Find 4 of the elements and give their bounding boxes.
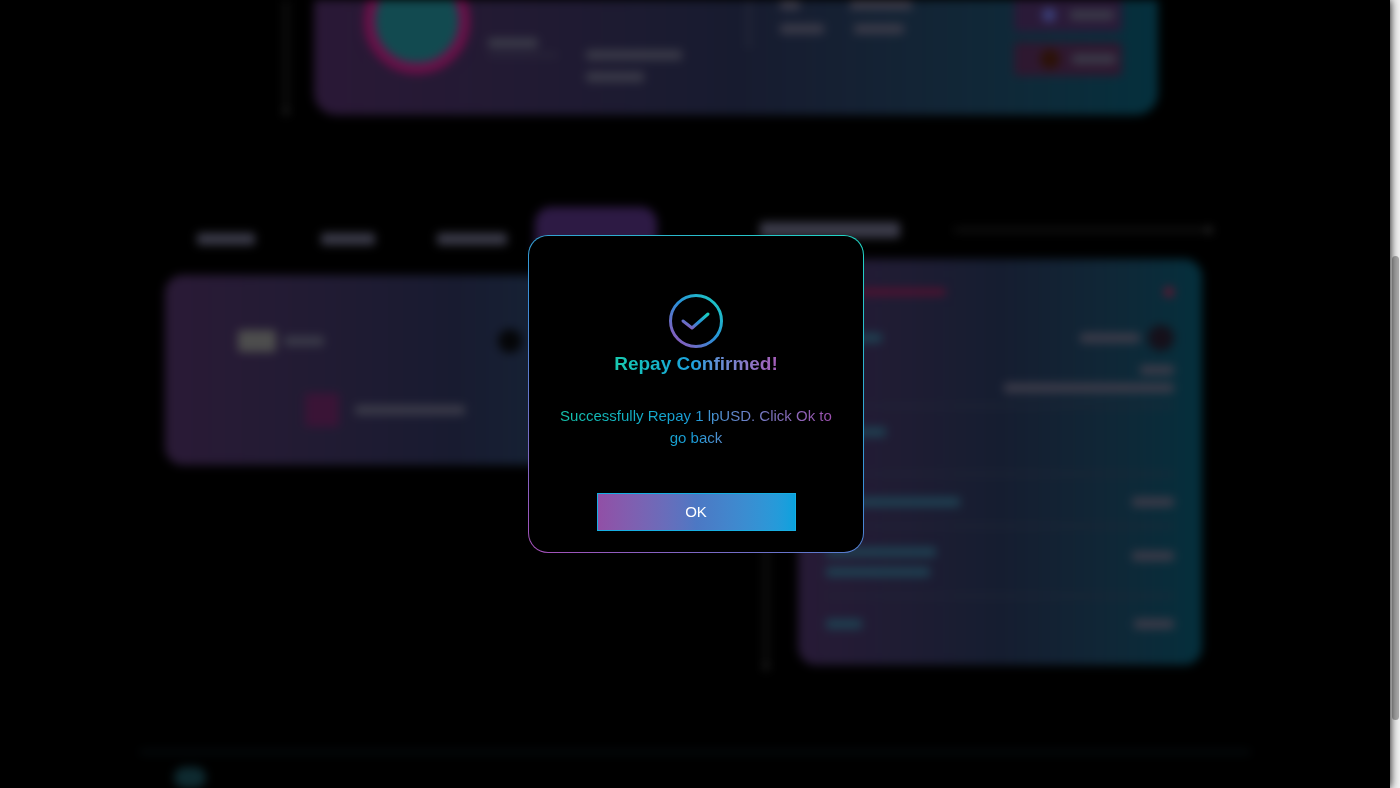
ok-button[interactable]: OK bbox=[596, 493, 796, 531]
scrollbar-thumb[interactable] bbox=[1391, 256, 1399, 720]
scrollbar-track[interactable] bbox=[1390, 0, 1400, 788]
check-circle-icon bbox=[668, 293, 724, 349]
